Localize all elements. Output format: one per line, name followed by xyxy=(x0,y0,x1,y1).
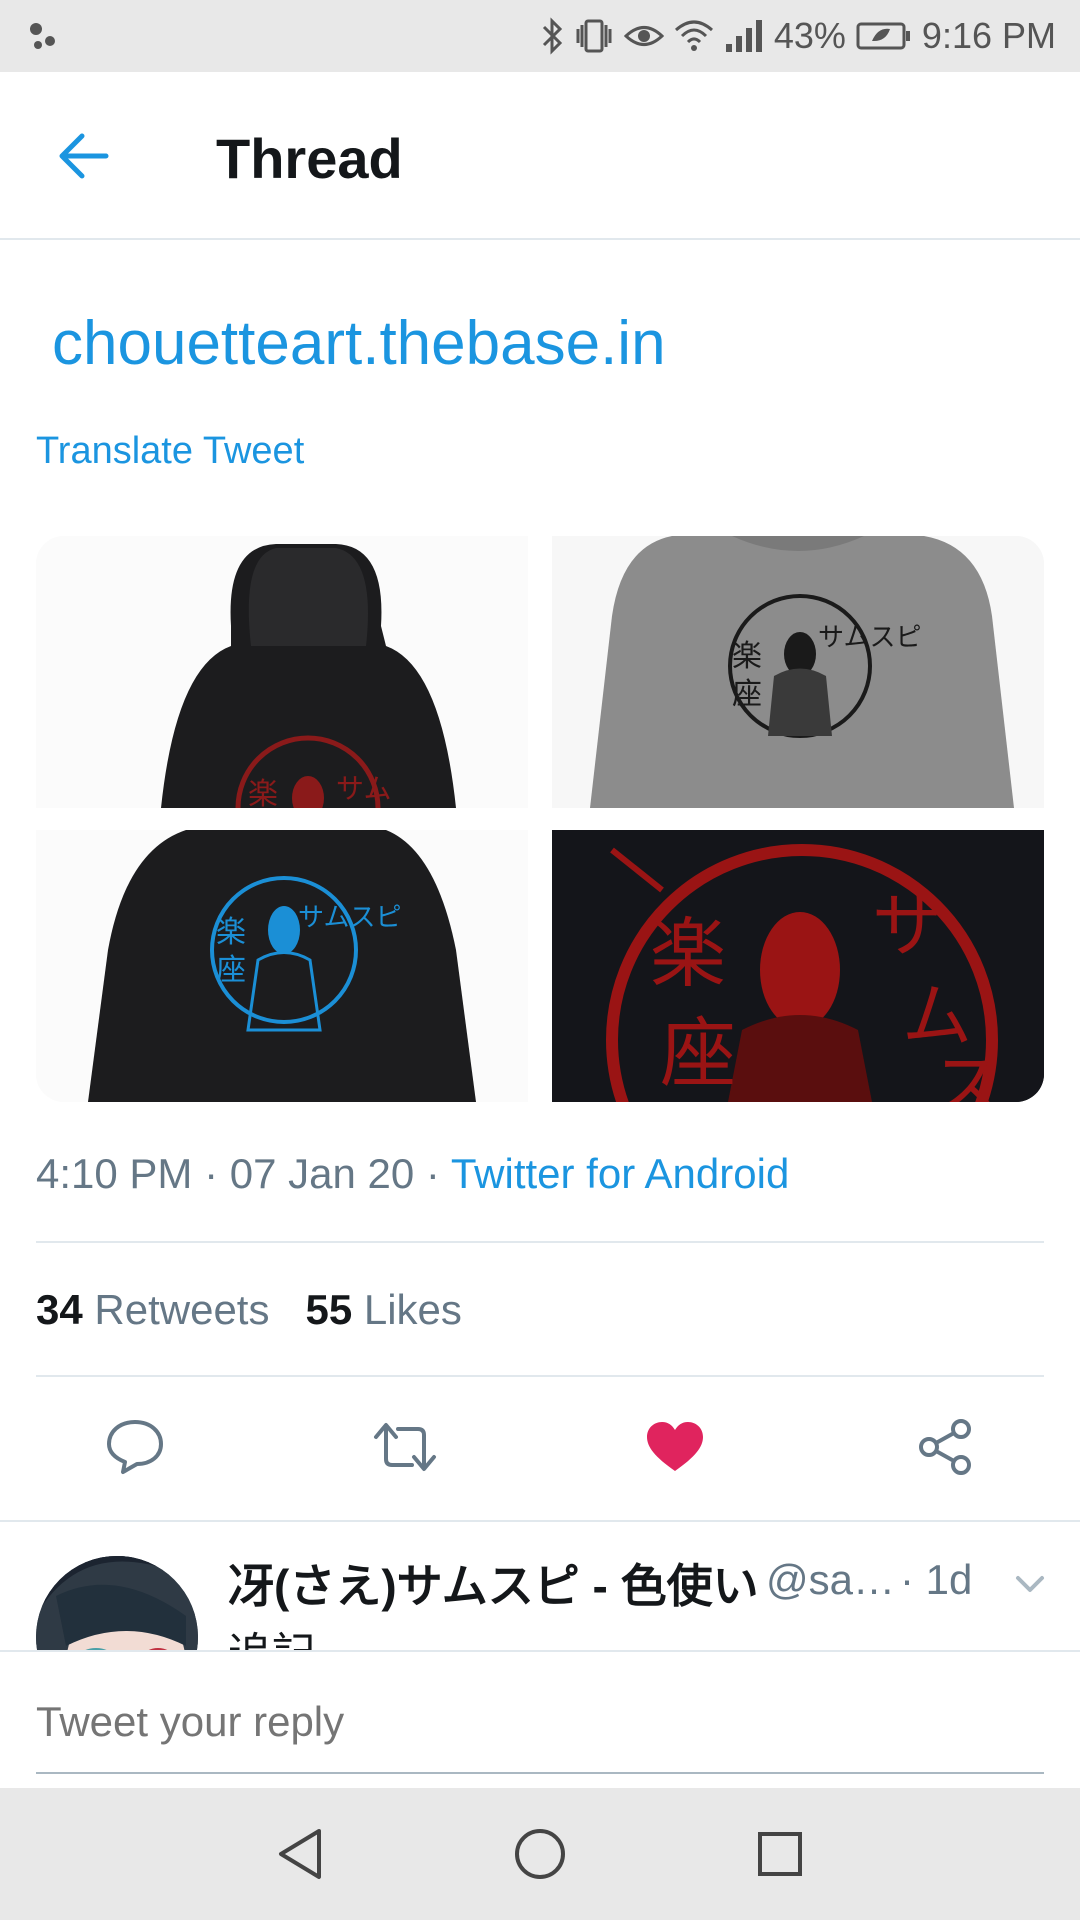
home-circle-icon xyxy=(515,1829,565,1879)
meta-separator: · xyxy=(414,1150,451,1197)
bluetooth-icon xyxy=(540,17,564,55)
back-button[interactable] xyxy=(56,128,112,184)
nav-back-button[interactable] xyxy=(268,1822,332,1886)
tweet-meta: 4:10 PM · 07 Jan 20 · Twitter for Androi… xyxy=(36,1150,789,1198)
avatar[interactable] xyxy=(36,1556,198,1650)
svg-text:座: 座 xyxy=(732,677,762,712)
reply-composer xyxy=(0,1650,1080,1788)
black-hoodie-blue-image: 楽 座 サムスピ xyxy=(36,830,528,1102)
retweets-count: 34 xyxy=(36,1286,83,1333)
svg-text:サムスピ: サムスピ xyxy=(818,623,921,653)
media-image-3[interactable]: 楽 座 サムスピ xyxy=(36,830,528,1102)
reply-tweet[interactable]: 冴(さえ)サムスピ - 色使い @sa… · 1d 追記 xyxy=(0,1522,1080,1650)
divider xyxy=(36,1375,1044,1377)
back-triangle-icon xyxy=(279,1829,321,1879)
svg-text:サ: サ xyxy=(872,885,942,967)
svg-text:座: 座 xyxy=(660,1009,736,1098)
chevron-down-icon xyxy=(1016,1576,1044,1592)
share-button[interactable] xyxy=(910,1412,980,1482)
media-grid: 楽 サム 楽 座 サムスピ 楽 座 サムスピ 楽 座 サ ム ス xyxy=(36,536,1044,1102)
tweet-link[interactable]: chouetteart.thebase.in xyxy=(52,308,666,379)
share-icon xyxy=(919,1419,971,1475)
like-button[interactable] xyxy=(640,1412,710,1482)
retweets-label: Retweets xyxy=(94,1286,270,1333)
arrow-left-icon xyxy=(59,133,109,179)
likes-label: Likes xyxy=(363,1286,462,1333)
black-hoodie-image: 楽 サム xyxy=(36,536,528,808)
svg-text:楽: 楽 xyxy=(732,639,762,674)
tweet-stats: 34 Retweets 55 Likes xyxy=(36,1286,462,1334)
reply-menu-button[interactable] xyxy=(1010,1564,1050,1604)
svg-text:楽: 楽 xyxy=(216,915,246,950)
divider xyxy=(36,1241,1044,1243)
avatar-image xyxy=(36,1556,198,1650)
tweet-source-link[interactable]: Twitter for Android xyxy=(451,1150,789,1197)
reply-button[interactable] xyxy=(100,1412,170,1482)
reply-icon xyxy=(107,1420,163,1474)
eye-icon xyxy=(623,17,664,55)
reply-input[interactable] xyxy=(36,1698,1044,1746)
input-underline xyxy=(36,1772,1044,1774)
recents-square-icon xyxy=(758,1832,802,1876)
nav-recents-button[interactable] xyxy=(748,1822,812,1886)
vibrate-icon xyxy=(574,17,614,55)
media-image-2[interactable]: 楽 座 サムスピ xyxy=(552,536,1044,808)
wifi-icon xyxy=(674,18,714,54)
signal-icon xyxy=(724,18,764,54)
battery-percent: 43% xyxy=(773,15,846,56)
likes-count: 55 xyxy=(305,1286,353,1333)
page-title: Thread xyxy=(216,127,403,190)
svg-text:座: 座 xyxy=(216,953,246,988)
red-print-closeup-image: 楽 座 サ ム ス xyxy=(552,830,1044,1102)
retweets-stat[interactable]: 34 Retweets xyxy=(36,1286,269,1334)
nav-home-button[interactable] xyxy=(508,1822,572,1886)
retweet-icon xyxy=(374,1423,436,1471)
reply-author-name: 冴(さえ)サムスピ - 色使い xyxy=(228,1560,759,1612)
svg-text:楽: 楽 xyxy=(248,777,278,808)
reply-text: 追記 xyxy=(228,1618,316,1650)
svg-text:サムスピ: サムスピ xyxy=(298,903,401,933)
reply-time: · 1d xyxy=(900,1556,973,1603)
svg-text:楽: 楽 xyxy=(650,909,726,998)
svg-text:ス: ス xyxy=(932,1045,1002,1102)
thread-header: Thread xyxy=(0,72,1080,240)
reply-author-handle: @sa… xyxy=(766,1556,895,1603)
retweet-button[interactable] xyxy=(370,1412,440,1482)
media-image-4[interactable]: 楽 座 サ ム ス xyxy=(552,830,1044,1102)
svg-text:サム: サム xyxy=(336,772,391,805)
tweet-actions xyxy=(0,1412,1080,1482)
clock: 9:16 PM xyxy=(921,15,1056,56)
like-icon xyxy=(647,1422,703,1471)
battery-saver-icon xyxy=(856,21,912,51)
system-nav-bar xyxy=(0,1788,1080,1920)
likes-stat[interactable]: 55 Likes xyxy=(305,1286,461,1334)
status-bar: 43% 9:16 PM xyxy=(0,0,1080,72)
tweet-time: 4:10 PM xyxy=(36,1150,193,1197)
translate-tweet-link[interactable]: Translate Tweet xyxy=(36,430,304,473)
tweet-date: 07 Jan 20 xyxy=(229,1150,415,1197)
media-image-1[interactable]: 楽 サム xyxy=(36,536,528,808)
gray-sweatshirt-image: 楽 座 サムスピ xyxy=(552,536,1044,808)
assistant-dots-icon xyxy=(28,19,62,53)
meta-separator: · xyxy=(192,1150,230,1197)
